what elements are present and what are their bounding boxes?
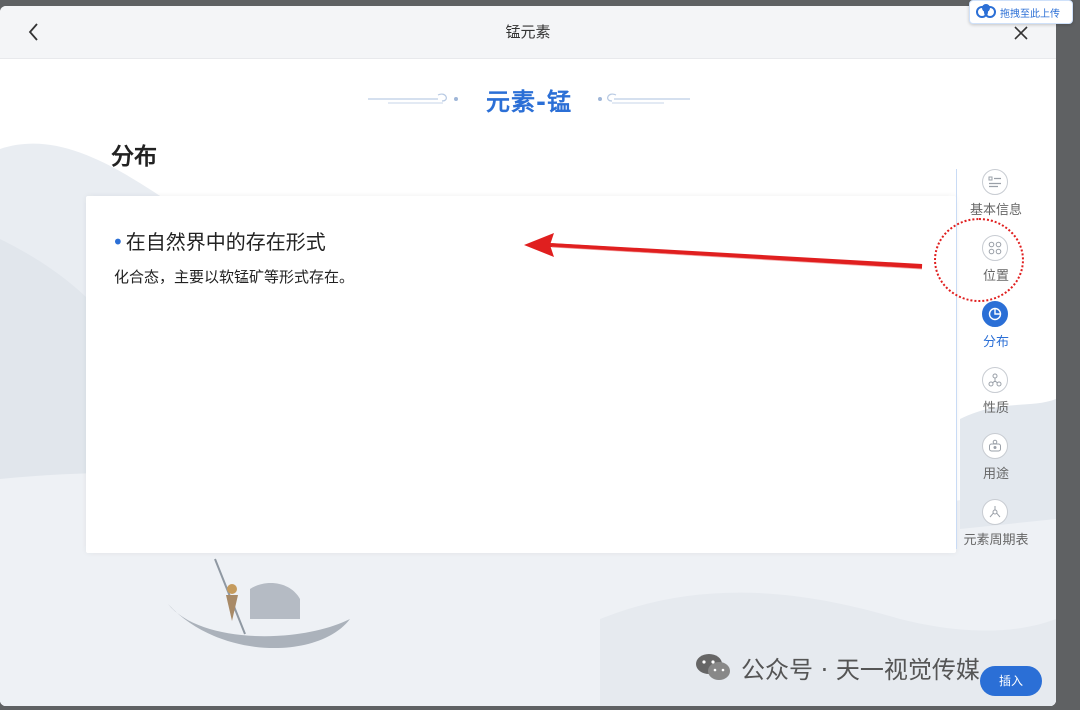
upload-dropzone-badge[interactable]: 拖拽至此上传 xyxy=(969,0,1073,24)
window-title: 锰元素 xyxy=(505,23,551,41)
nav-label-usage: 用途 xyxy=(982,467,1009,482)
cloud-ornament-left-icon xyxy=(368,93,458,104)
section-title: 分布 xyxy=(111,144,157,170)
title-bar: 锰元素 xyxy=(0,6,1056,59)
subheading-text: 在自然界中的存在形式 xyxy=(125,230,326,254)
nav-label-periodic-table: 元素周期表 xyxy=(963,533,1029,548)
nav-item-periodic-table[interactable]: 元素周期表 xyxy=(957,499,1035,559)
pie-chart-icon xyxy=(982,301,1008,327)
close-icon xyxy=(1014,26,1028,40)
main-content: 元素-锰 分布 • 在自然界中的存在形式 化合态，主要以软锰矿等形式存在。 基本信… xyxy=(0,59,1056,706)
nav-label-distribution: 分布 xyxy=(982,335,1009,350)
annotation-circle xyxy=(934,218,1024,302)
watermark-text: 公众号 · 天一视觉传媒 xyxy=(741,656,980,684)
cloud-upload-icon xyxy=(976,4,996,18)
upload-label: 拖拽至此上传 xyxy=(1000,9,1060,20)
cloud-ornament-right-icon xyxy=(598,93,690,104)
page-heading-bar: 元素-锰 xyxy=(0,79,1056,116)
nav-label-properties: 性质 xyxy=(982,401,1009,416)
annotation-arrow-icon xyxy=(524,233,923,270)
subheading: • 在自然界中的存在形式 xyxy=(112,226,326,255)
insert-button[interactable]: 插入 xyxy=(980,666,1042,696)
app-window: 锰元素 元素-锰 分布 • 在自然界中的存在形式 化合态，主要以软锰矿等形式存在… xyxy=(0,6,1056,706)
nav-item-usage[interactable]: 用途 xyxy=(957,433,1035,493)
list-icon xyxy=(982,169,1008,195)
periodic-table-icon xyxy=(982,499,1008,525)
wechat-icon xyxy=(696,654,730,680)
bullet-dot: • xyxy=(112,230,124,254)
nav-item-distribution[interactable]: 分布 xyxy=(957,301,1035,361)
close-button[interactable] xyxy=(1010,22,1032,44)
usage-icon xyxy=(982,433,1008,459)
page-heading: 元素-锰 xyxy=(486,88,572,116)
distribution-text: 化合态，主要以软锰矿等形式存在。 xyxy=(114,268,355,286)
nav-label-basic-info: 基本信息 xyxy=(969,203,1022,218)
nav-item-properties[interactable]: 性质 xyxy=(957,367,1035,427)
molecule-icon xyxy=(982,367,1008,393)
